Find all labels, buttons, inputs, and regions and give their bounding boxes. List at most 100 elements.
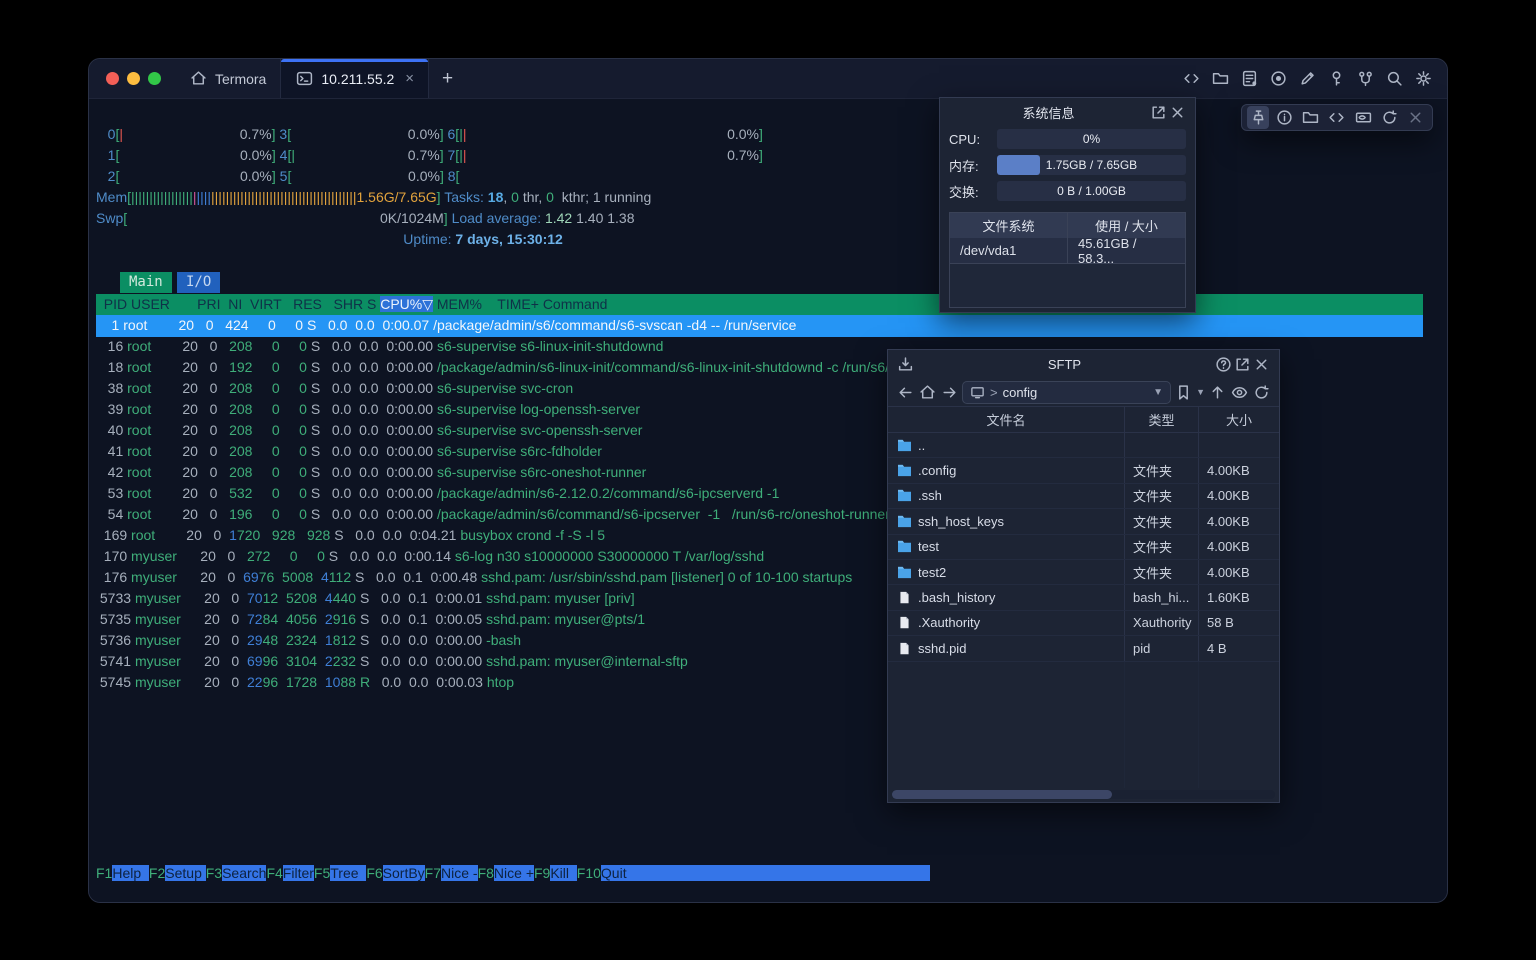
keychain-icon[interactable]	[1356, 69, 1375, 88]
close-icon[interactable]	[1168, 103, 1187, 122]
htop-tab-io[interactable]: I/O	[177, 272, 220, 293]
up-directory-icon[interactable]	[1208, 383, 1227, 402]
open-external-icon[interactable]	[1149, 103, 1168, 122]
file-type: Xauthority	[1124, 611, 1198, 635]
fkey-F10[interactable]: F10	[577, 865, 601, 881]
fkey-F2[interactable]: F2	[149, 865, 165, 881]
fs-cell: 45.61GB / 58.3...	[1068, 238, 1185, 263]
file-row[interactable]: ..	[888, 433, 1279, 458]
process-row[interactable]: 1 root 20 0 424 0 0 S 0.0 0.0 0:00.07 /p…	[96, 315, 1423, 337]
file-row[interactable]: sshd.pidpid4 B	[888, 636, 1279, 661]
file-size: 4.00KB	[1198, 535, 1279, 559]
tab-termora-home[interactable]: Termora	[175, 59, 280, 98]
new-tab-button[interactable]: +	[429, 59, 466, 98]
panel-title: SFTP	[915, 357, 1214, 372]
file-column-header[interactable]: 文件名	[888, 407, 1124, 432]
fkey-F7[interactable]: F7	[425, 865, 441, 881]
fkey-label-F7[interactable]: Nice -	[441, 865, 478, 881]
fkey-F5[interactable]: F5	[314, 865, 330, 881]
fkey-label-F5[interactable]: Tree	[330, 865, 366, 881]
pin-icon[interactable]	[1247, 106, 1269, 129]
fkey-F4[interactable]: F4	[266, 865, 282, 881]
file-row[interactable]: .ssh文件夹4.00KB	[888, 484, 1279, 509]
tab-label: 10.211.55.2	[321, 71, 394, 87]
file-type: bash_hi...	[1124, 585, 1198, 609]
fs-column-header[interactable]: 文件系统	[950, 213, 1068, 238]
file-row[interactable]: test2文件夹4.00KB	[888, 560, 1279, 585]
filesystem-table: 文件系统使用 / 大小 /dev/vda145.61GB / 58.3...	[949, 212, 1186, 308]
close-icon[interactable]	[1405, 106, 1427, 129]
process-table-header[interactable]: PID USER PRI NI VIRT RES SHR S CPU%▽ MEM…	[96, 294, 1423, 316]
show-hidden-eye-icon[interactable]	[1230, 383, 1249, 402]
log-document-icon[interactable]	[1240, 69, 1259, 88]
htop-meter-line: 0[| 0.7%] 3[ 0.0%] 6[|| 0.0%]	[96, 124, 763, 146]
settings-gear-icon[interactable]	[1414, 69, 1433, 88]
key-icon[interactable]	[1327, 69, 1346, 88]
minimize-window-button[interactable]	[127, 72, 140, 85]
htop-meter-line: Swp[ 0K/1024M] Load average: 1.42 1.40 1…	[96, 208, 635, 230]
floating-view-toolbar	[1241, 104, 1433, 131]
file-row[interactable]: .config文件夹4.00KB	[888, 458, 1279, 483]
fkey-label-F10[interactable]: Quit	[601, 865, 634, 881]
file-table-header: 文件名类型大小	[888, 406, 1279, 433]
fkey-label-F9[interactable]: Kill	[550, 865, 576, 881]
sftp-toolbar: > config ▼ ▼	[888, 378, 1279, 406]
close-icon[interactable]	[1252, 355, 1271, 374]
fkey-F1[interactable]: F1	[96, 865, 112, 881]
file-size	[1198, 433, 1279, 457]
home-icon[interactable]	[918, 383, 937, 402]
edit-pencil-icon[interactable]	[1298, 69, 1317, 88]
fkey-F6[interactable]: F6	[366, 865, 382, 881]
help-icon[interactable]	[1214, 355, 1233, 374]
search-icon[interactable]	[1385, 69, 1404, 88]
file-column-header[interactable]: 类型	[1124, 407, 1198, 432]
zoom-window-button[interactable]	[148, 72, 161, 85]
fs-column-header[interactable]: 使用 / 大小	[1068, 213, 1185, 238]
path-breadcrumb[interactable]: > config ▼	[962, 381, 1171, 404]
fkey-F3[interactable]: F3	[206, 865, 222, 881]
fkey-label-F6[interactable]: SortBy	[383, 865, 425, 881]
htop-tab-main[interactable]: Main	[120, 272, 172, 293]
open-external-icon[interactable]	[1233, 355, 1252, 374]
fs-row[interactable]: /dev/vda145.61GB / 58.3...	[950, 238, 1185, 264]
bookmark-icon[interactable]	[1174, 383, 1193, 402]
fkey-F8[interactable]: F8	[478, 865, 494, 881]
chevron-down-icon[interactable]: ▼	[1153, 387, 1163, 398]
file-name: test2	[918, 565, 946, 580]
file-row[interactable]: ssh_host_keys文件夹4.00KB	[888, 509, 1279, 534]
record-icon[interactable]	[1269, 69, 1288, 88]
tab-session[interactable]: 10.211.55.2 ×	[280, 59, 429, 98]
bookmark-dropdown-icon[interactable]: ▼	[1196, 387, 1205, 397]
code-icon[interactable]	[1182, 69, 1201, 88]
file-row[interactable]: .XauthorityXauthority58 B	[888, 611, 1279, 636]
file-row[interactable]: test文件夹4.00KB	[888, 535, 1279, 560]
fkey-label-F4[interactable]: Filter	[283, 865, 314, 881]
folder-icon[interactable]	[1300, 106, 1322, 129]
code-icon[interactable]	[1326, 106, 1348, 129]
file-column-header[interactable]: 大小	[1198, 407, 1279, 432]
close-tab-icon[interactable]: ×	[405, 70, 414, 87]
fkey-label-F2[interactable]: Setup	[165, 865, 205, 881]
download-icon[interactable]	[896, 355, 915, 374]
file-row[interactable]: .bash_historybash_hi...1.60KB	[888, 585, 1279, 610]
folder-icon[interactable]	[1211, 69, 1230, 88]
file-name: test	[918, 539, 939, 554]
fkey-F9[interactable]: F9	[534, 865, 550, 881]
fkey-label-F3[interactable]: Search	[222, 865, 266, 881]
folder-icon	[897, 540, 912, 553]
file-name: ssh_host_keys	[918, 514, 1004, 529]
info-icon[interactable]	[1273, 106, 1295, 129]
file-icon	[897, 591, 912, 604]
fkey-label-F8[interactable]: Nice +	[494, 865, 534, 881]
fkey-label-F1[interactable]: Help	[112, 865, 149, 881]
refresh-icon[interactable]	[1378, 106, 1400, 129]
nvidia-gpu-icon[interactable]	[1352, 106, 1374, 129]
refresh-icon[interactable]	[1252, 383, 1271, 402]
horizontal-scrollbar[interactable]	[892, 790, 1275, 799]
forward-icon[interactable]	[940, 383, 959, 402]
meter-label: CPU:	[949, 132, 991, 147]
back-icon[interactable]	[896, 383, 915, 402]
close-window-button[interactable]	[106, 72, 119, 85]
file-size: 4.00KB	[1198, 484, 1279, 508]
scrollbar-thumb[interactable]	[892, 790, 1112, 799]
